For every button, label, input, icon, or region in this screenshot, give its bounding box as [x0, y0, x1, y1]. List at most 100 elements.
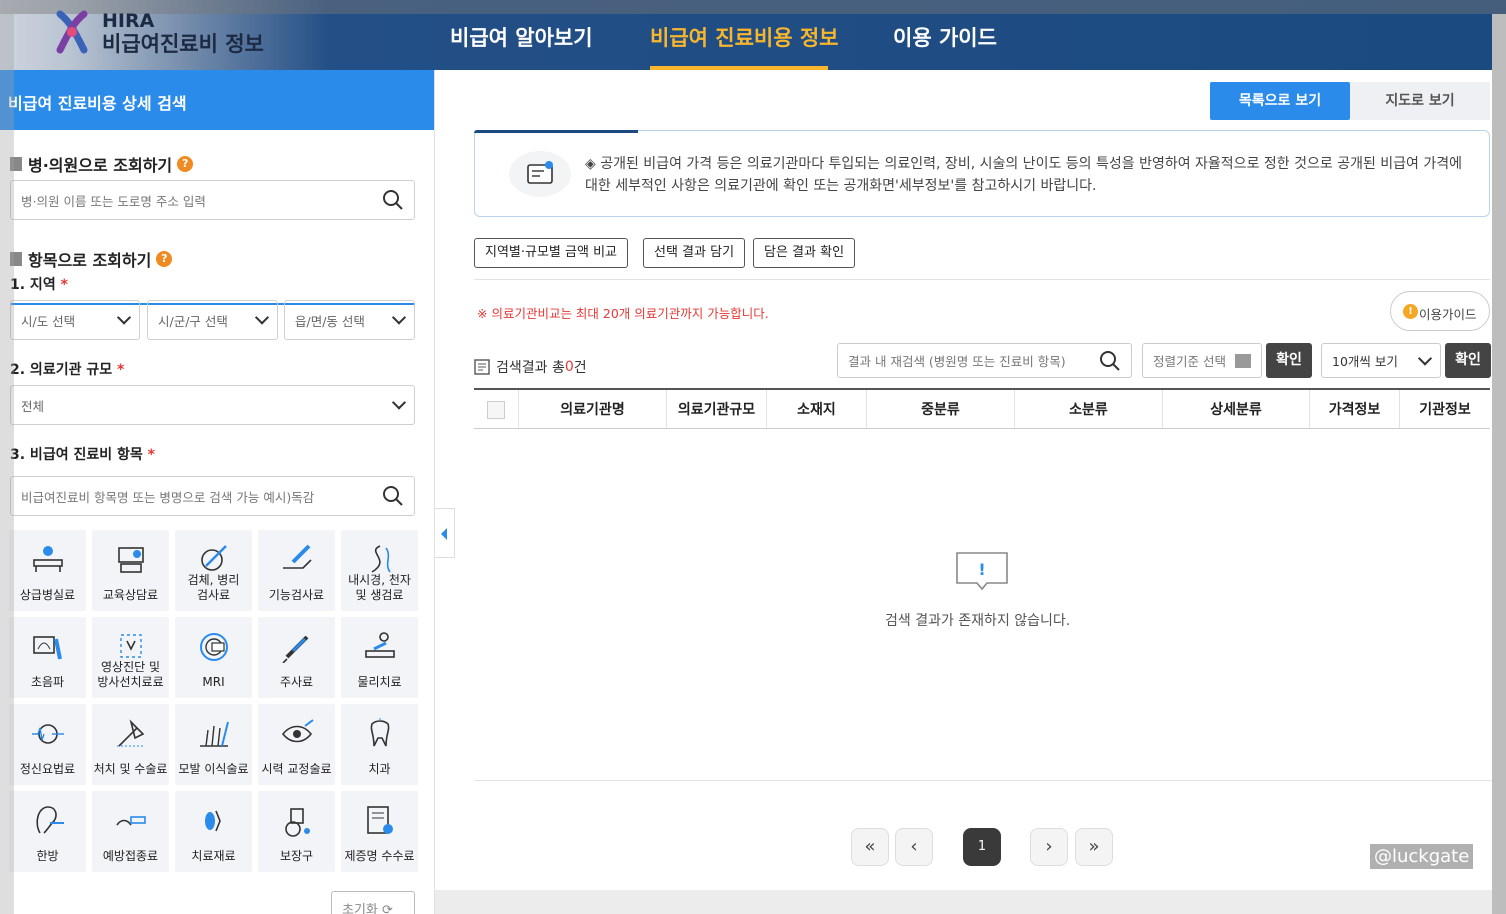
svg-text:!: !: [978, 560, 985, 579]
save-selection-button[interactable]: 선택 결과 담기: [643, 238, 746, 268]
category-tile[interactable]: 기능검사료: [258, 530, 335, 611]
hira-logo-icon: [56, 10, 88, 54]
reset-button[interactable]: 초기화 ⟳: [331, 891, 415, 914]
sort-placeholder: 정렬기준 선택: [1153, 354, 1226, 369]
eupmyeondong-select[interactable]: 읍/면/동 선택: [284, 300, 415, 340]
sort-select[interactable]: 정렬기준 선택: [1142, 343, 1262, 378]
nav-guide[interactable]: 이용 가이드: [893, 22, 997, 52]
compare-warning: ※ 의료기관비교는 최대 20개 의료기관까지 가능합니다.: [477, 306, 769, 321]
region-label: 1. 지역 *: [10, 274, 68, 294]
view-saved-button[interactable]: 담은 결과 확인: [753, 238, 856, 268]
per-page-value: 10개씩 보기: [1332, 354, 1398, 369]
col-detail-category[interactable]: 상세분류: [1163, 390, 1310, 428]
category-tile[interactable]: 정신요법료: [9, 704, 86, 785]
scrollbar-track[interactable]: [1492, 14, 1506, 914]
chevron-down-icon: [391, 310, 407, 325]
category-label: 보장구: [279, 849, 314, 863]
category-tile[interactable]: 예방접종료: [92, 791, 169, 872]
col-hospital-scale[interactable]: 의료기관규모: [667, 390, 767, 428]
sigungu-select[interactable]: 시/군/구 선택: [147, 300, 278, 340]
nav-about[interactable]: 비급여 알아보기: [450, 22, 593, 52]
endoscope-icon: [371, 545, 391, 573]
category-tile[interactable]: 치과: [341, 704, 418, 785]
category-label: 검체, 병리 검사료: [187, 573, 240, 602]
category-tile[interactable]: 모발 이식술료: [175, 704, 252, 785]
chevron-down-icon: [1417, 350, 1433, 366]
category-tile[interactable]: 초음파: [9, 617, 86, 698]
last-page-button[interactable]: »: [1075, 828, 1113, 866]
search-icon[interactable]: [382, 189, 404, 211]
search-icon[interactable]: [1099, 350, 1121, 372]
col-sub-category[interactable]: 소분류: [1015, 390, 1163, 428]
category-tile[interactable]: 제증명 수수료: [341, 791, 418, 872]
category-label: 시력 교정술료: [261, 762, 332, 776]
map-view-button[interactable]: 지도로 보기: [1350, 82, 1490, 120]
category-label: 주사료: [279, 675, 314, 689]
hospital-search-input[interactable]: 병·의원 이름 또는 도로명 주소 입력: [10, 180, 415, 220]
eupmyeondong-select-value: 읍/면/동 선택: [295, 313, 365, 329]
col-mid-category[interactable]: 중분류: [867, 390, 1015, 428]
empty-result-message: 검색 결과가 존재하지 않습니다.: [885, 613, 1071, 629]
category-label: 영상진단 및 방사선치료료: [97, 660, 164, 689]
col-hospital-name[interactable]: 의료기관명: [519, 390, 667, 428]
nav-cost-info[interactable]: 비급여 진료비용 정보: [650, 22, 839, 52]
notice-box: ◈ 공개된 비급여 가격 등은 의료기관마다 투입되는 의료인력, 장비, 시술…: [474, 130, 1490, 217]
category-tile[interactable]: 영상진단 및 방사선치료료: [92, 617, 169, 698]
search-icon[interactable]: [382, 485, 404, 507]
sort-confirm-button[interactable]: 확인: [1266, 343, 1312, 378]
category-tile[interactable]: 상급병실료: [9, 530, 86, 611]
watermark: @luckgate: [1370, 844, 1474, 869]
category-tile[interactable]: 치료재료: [175, 791, 252, 872]
col-institution-info[interactable]: 기관정보: [1400, 390, 1490, 428]
category-label: 치과: [368, 762, 391, 776]
help-icon[interactable]: ?: [177, 156, 194, 172]
next-page-button[interactable]: ›: [1030, 828, 1068, 866]
help-icon[interactable]: ?: [156, 251, 173, 267]
category-label: MRI: [202, 675, 225, 689]
refine-search-input[interactable]: 결과 내 재검색 (병원명 또는 진료비 항목): [837, 343, 1132, 378]
category-tile[interactable]: 내시경, 천자 및 생검료: [341, 530, 418, 611]
category-tile[interactable]: 시력 교정술료: [258, 704, 335, 785]
col-price-info[interactable]: 가격정보: [1310, 390, 1400, 428]
screen-edge: [0, 14, 14, 914]
scale-label: 2. 의료기관 규모 *: [10, 359, 124, 379]
sido-select-value: 시/도 선택: [21, 313, 76, 329]
required-mark: *: [147, 447, 155, 463]
category-tile[interactable]: 한방: [9, 791, 86, 872]
guide-button[interactable]: ! 이용가이드: [1390, 291, 1490, 331]
treatment-material-icon: [204, 810, 221, 832]
select-all-checkbox[interactable]: [487, 401, 505, 419]
category-tile[interactable]: 보장구: [258, 791, 335, 872]
per-page-select[interactable]: 10개씩 보기: [1321, 343, 1441, 378]
sido-select[interactable]: 시/도 선택: [10, 300, 140, 340]
category-grid: 상급병실료 교육상담료 검체, 병리 검사료 기능검사료 내시경, 천자 및 생검료초음…: [9, 530, 418, 872]
sidebar-collapse-toggle[interactable]: [435, 508, 455, 558]
category-tile[interactable]: 검체, 병리 검사료: [175, 530, 252, 611]
specimen-test-icon: [200, 545, 227, 571]
hospital-bed-icon: [32, 546, 63, 572]
compare-button[interactable]: 지역별·규모별 금액 비교: [474, 238, 628, 268]
prev-page-button[interactable]: ‹: [895, 828, 933, 866]
select-all-cell: [474, 390, 519, 428]
category-tile[interactable]: 처치 및 수술료: [92, 704, 169, 785]
item-search-input[interactable]: 비급여진료비 항목명 또는 병명으로 검색 가능 예시)독감: [10, 476, 415, 516]
first-page-button[interactable]: «: [851, 828, 889, 866]
category-tile[interactable]: 주사료: [258, 617, 335, 698]
top-header: HIRA 비급여진료비 정보 비급여 알아보기 비급여 진료비용 정보 이용 가…: [0, 0, 1506, 70]
region-label-text: 1. 지역: [10, 277, 56, 293]
list-view-button[interactable]: 목록으로 보기: [1210, 82, 1350, 120]
guide-label: 이용가이드: [1419, 307, 1477, 322]
ultrasound-icon: [32, 636, 62, 660]
nav-active-indicator: [650, 66, 828, 70]
category-tile[interactable]: MRI: [175, 617, 252, 698]
per-page-confirm-button[interactable]: 확인: [1445, 343, 1491, 378]
page-number-button[interactable]: 1: [963, 828, 1001, 866]
sigungu-select-value: 시/군/구 선택: [158, 313, 228, 329]
category-tile[interactable]: 교육상담료: [92, 530, 169, 611]
category-label: 치료재료: [191, 849, 236, 863]
col-location[interactable]: 소재지: [767, 390, 867, 428]
category-label: 상급병실료: [19, 588, 76, 602]
category-tile[interactable]: 물리치료: [341, 617, 418, 698]
table-header: 의료기관명 의료기관규모 소재지 중분류 소분류 상세분류 가격정보 기관정보: [474, 388, 1490, 429]
scale-select[interactable]: 전체: [10, 385, 415, 425]
